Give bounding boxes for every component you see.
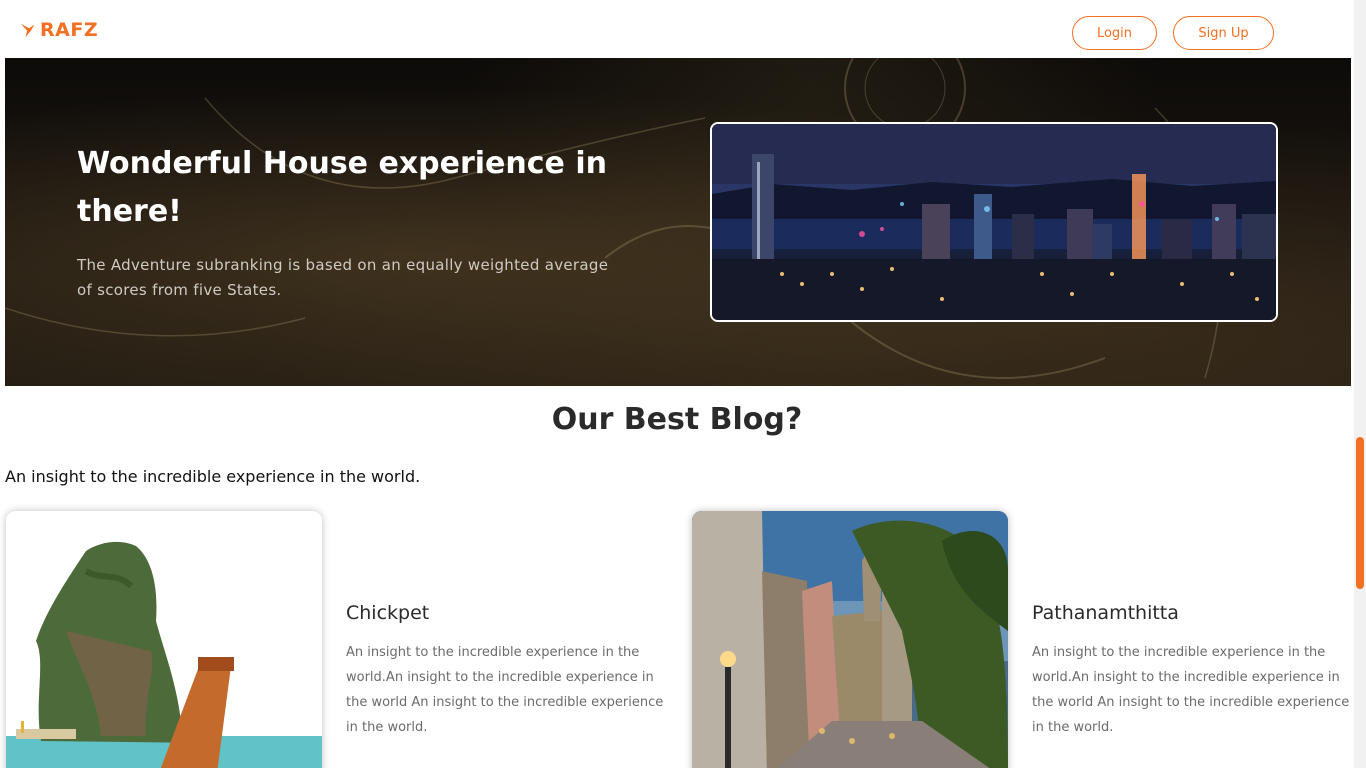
page-scrollbar[interactable] [1354,0,1366,768]
hero-title: Wonderful House experience in there! [77,146,607,229]
hero-banner: Wonderful House experience in there! The… [5,58,1351,386]
bird-icon [20,23,35,38]
blog-card-text: An insight to the incredible experience … [346,645,664,735]
night-city-skyline-image [710,122,1278,322]
blog-section-title: Our Best Blog? [551,402,803,437]
brand-logo[interactable]: RAFZ [20,19,98,41]
login-button[interactable]: Login [1072,16,1157,50]
page: RAFZ Login Sign Up Wonderful House exper… [0,0,1366,768]
blog-card-title[interactable]: Chickpet [346,602,429,624]
brand-name: RAFZ [40,19,99,41]
signup-button[interactable]: Sign Up [1173,16,1274,50]
old-town-street-image[interactable] [692,511,1008,768]
blog-card-text: An insight to the incredible experience … [1032,645,1350,735]
blog-section-subtitle: An insight to the incredible experience … [5,467,421,486]
top-navbar: RAFZ Login Sign Up [0,0,1354,58]
scrollbar-thumb[interactable] [1356,437,1364,589]
island-longtail-boat-image[interactable] [6,511,322,768]
hero-subtitle: The Adventure subranking is based on an … [77,256,609,299]
blog-card-title[interactable]: Pathanamthitta [1032,602,1179,624]
